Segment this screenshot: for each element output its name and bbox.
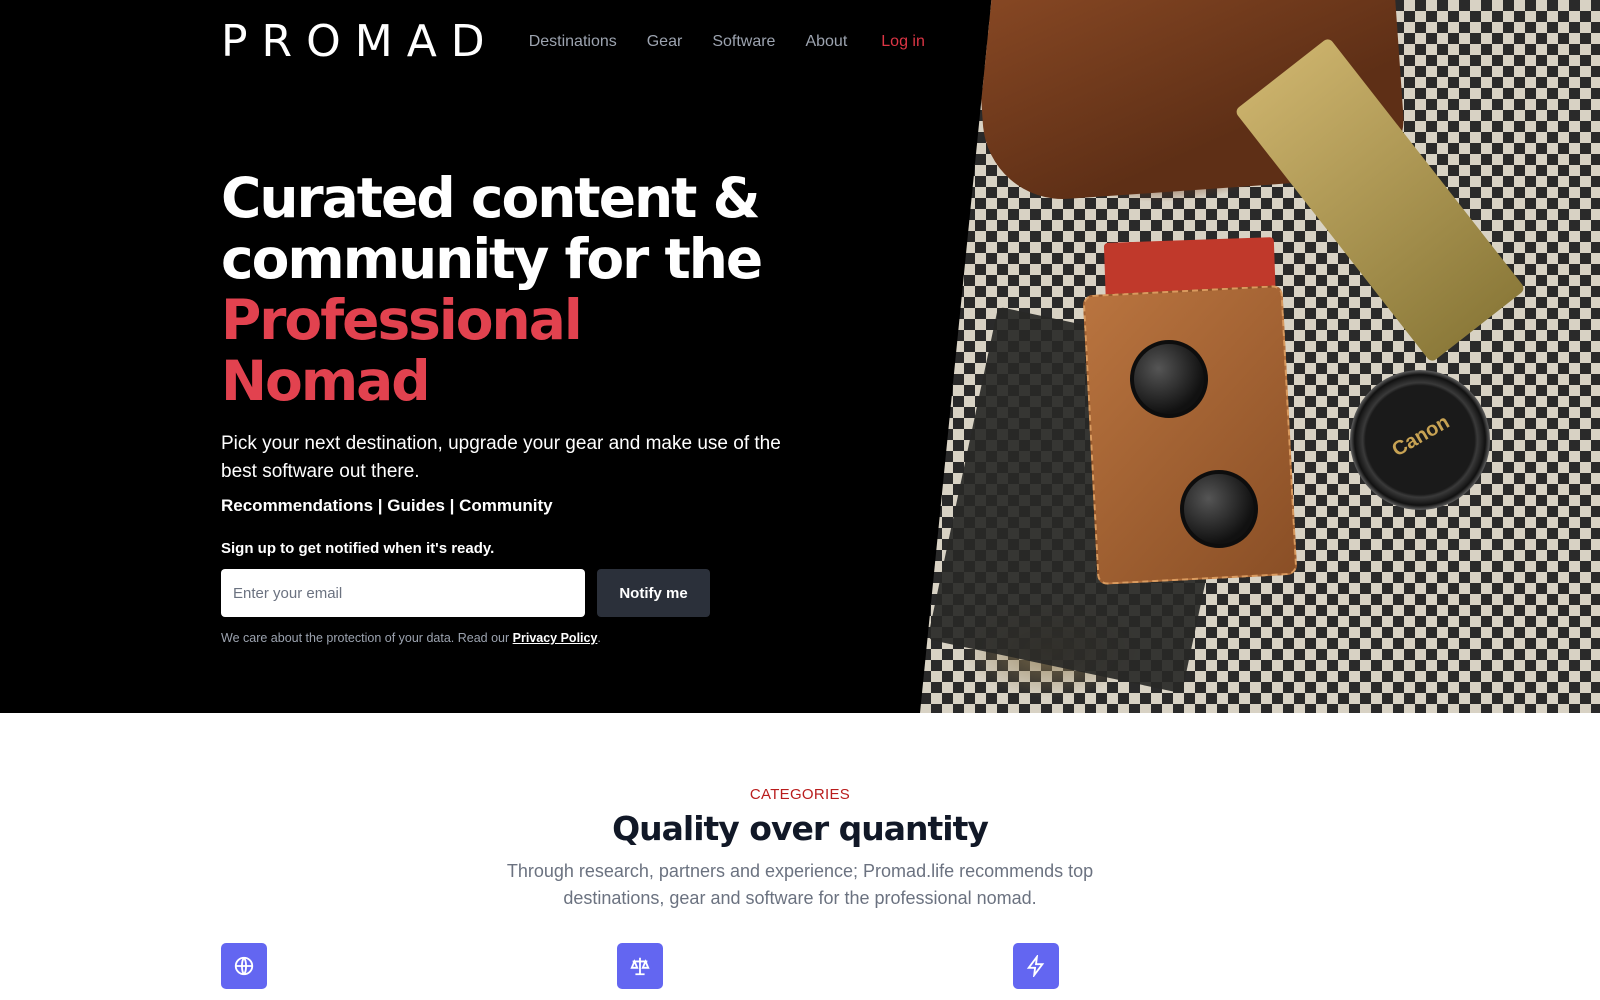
signup-form: Notify me — [221, 569, 801, 617]
hero-headline: Curated content & community for the Prof… — [221, 168, 801, 412]
hero-section: Canon PROMAD Destinations Gear Software … — [0, 0, 1600, 713]
hero-features: Recommendations | Guides | Community — [221, 496, 553, 515]
scale-icon — [617, 943, 663, 989]
headline-line-1: Curated content & — [221, 166, 761, 230]
nav-destinations[interactable]: Destinations — [529, 33, 617, 51]
signup-label: Sign up to get notified when it's ready. — [221, 540, 495, 557]
headline-line-2: community for the — [221, 227, 763, 291]
nav-about[interactable]: About — [805, 33, 847, 51]
logo[interactable]: PROMAD — [221, 20, 499, 64]
nav-login[interactable]: Log in — [881, 33, 925, 51]
nav-links: Destinations Gear Software About Log in — [529, 33, 925, 51]
section-eyebrow: CATEGORIES — [749, 786, 851, 803]
privacy-policy-link[interactable]: Privacy Policy — [513, 631, 598, 645]
section-description: Through research, partners and experienc… — [506, 861, 1094, 908]
categories-section: CATEGORIES Quality over quantity Through… — [0, 713, 1600, 1000]
hero-subtitle: Pick your next destination, upgrade your… — [221, 433, 781, 482]
hero-photo: Canon — [920, 0, 1600, 713]
privacy-note: We care about the protection of your dat… — [221, 631, 801, 645]
privacy-period: . — [597, 631, 601, 645]
sunglasses — [1110, 320, 1290, 560]
nav-software[interactable]: Software — [712, 33, 775, 51]
email-input[interactable] — [221, 569, 585, 617]
lightning-icon — [1013, 943, 1059, 989]
notify-button[interactable]: Notify me — [597, 569, 710, 617]
nav-gear[interactable]: Gear — [647, 33, 683, 51]
globe-icon — [221, 943, 267, 989]
hero-content: Curated content & community for the Prof… — [221, 168, 801, 645]
section-title: Quality over quantity — [612, 809, 989, 848]
privacy-text: We care about the protection of your dat… — [221, 631, 510, 645]
headline-accent: Professional Nomad — [221, 288, 583, 413]
top-nav: PROMAD Destinations Gear Software About … — [221, 18, 925, 66]
